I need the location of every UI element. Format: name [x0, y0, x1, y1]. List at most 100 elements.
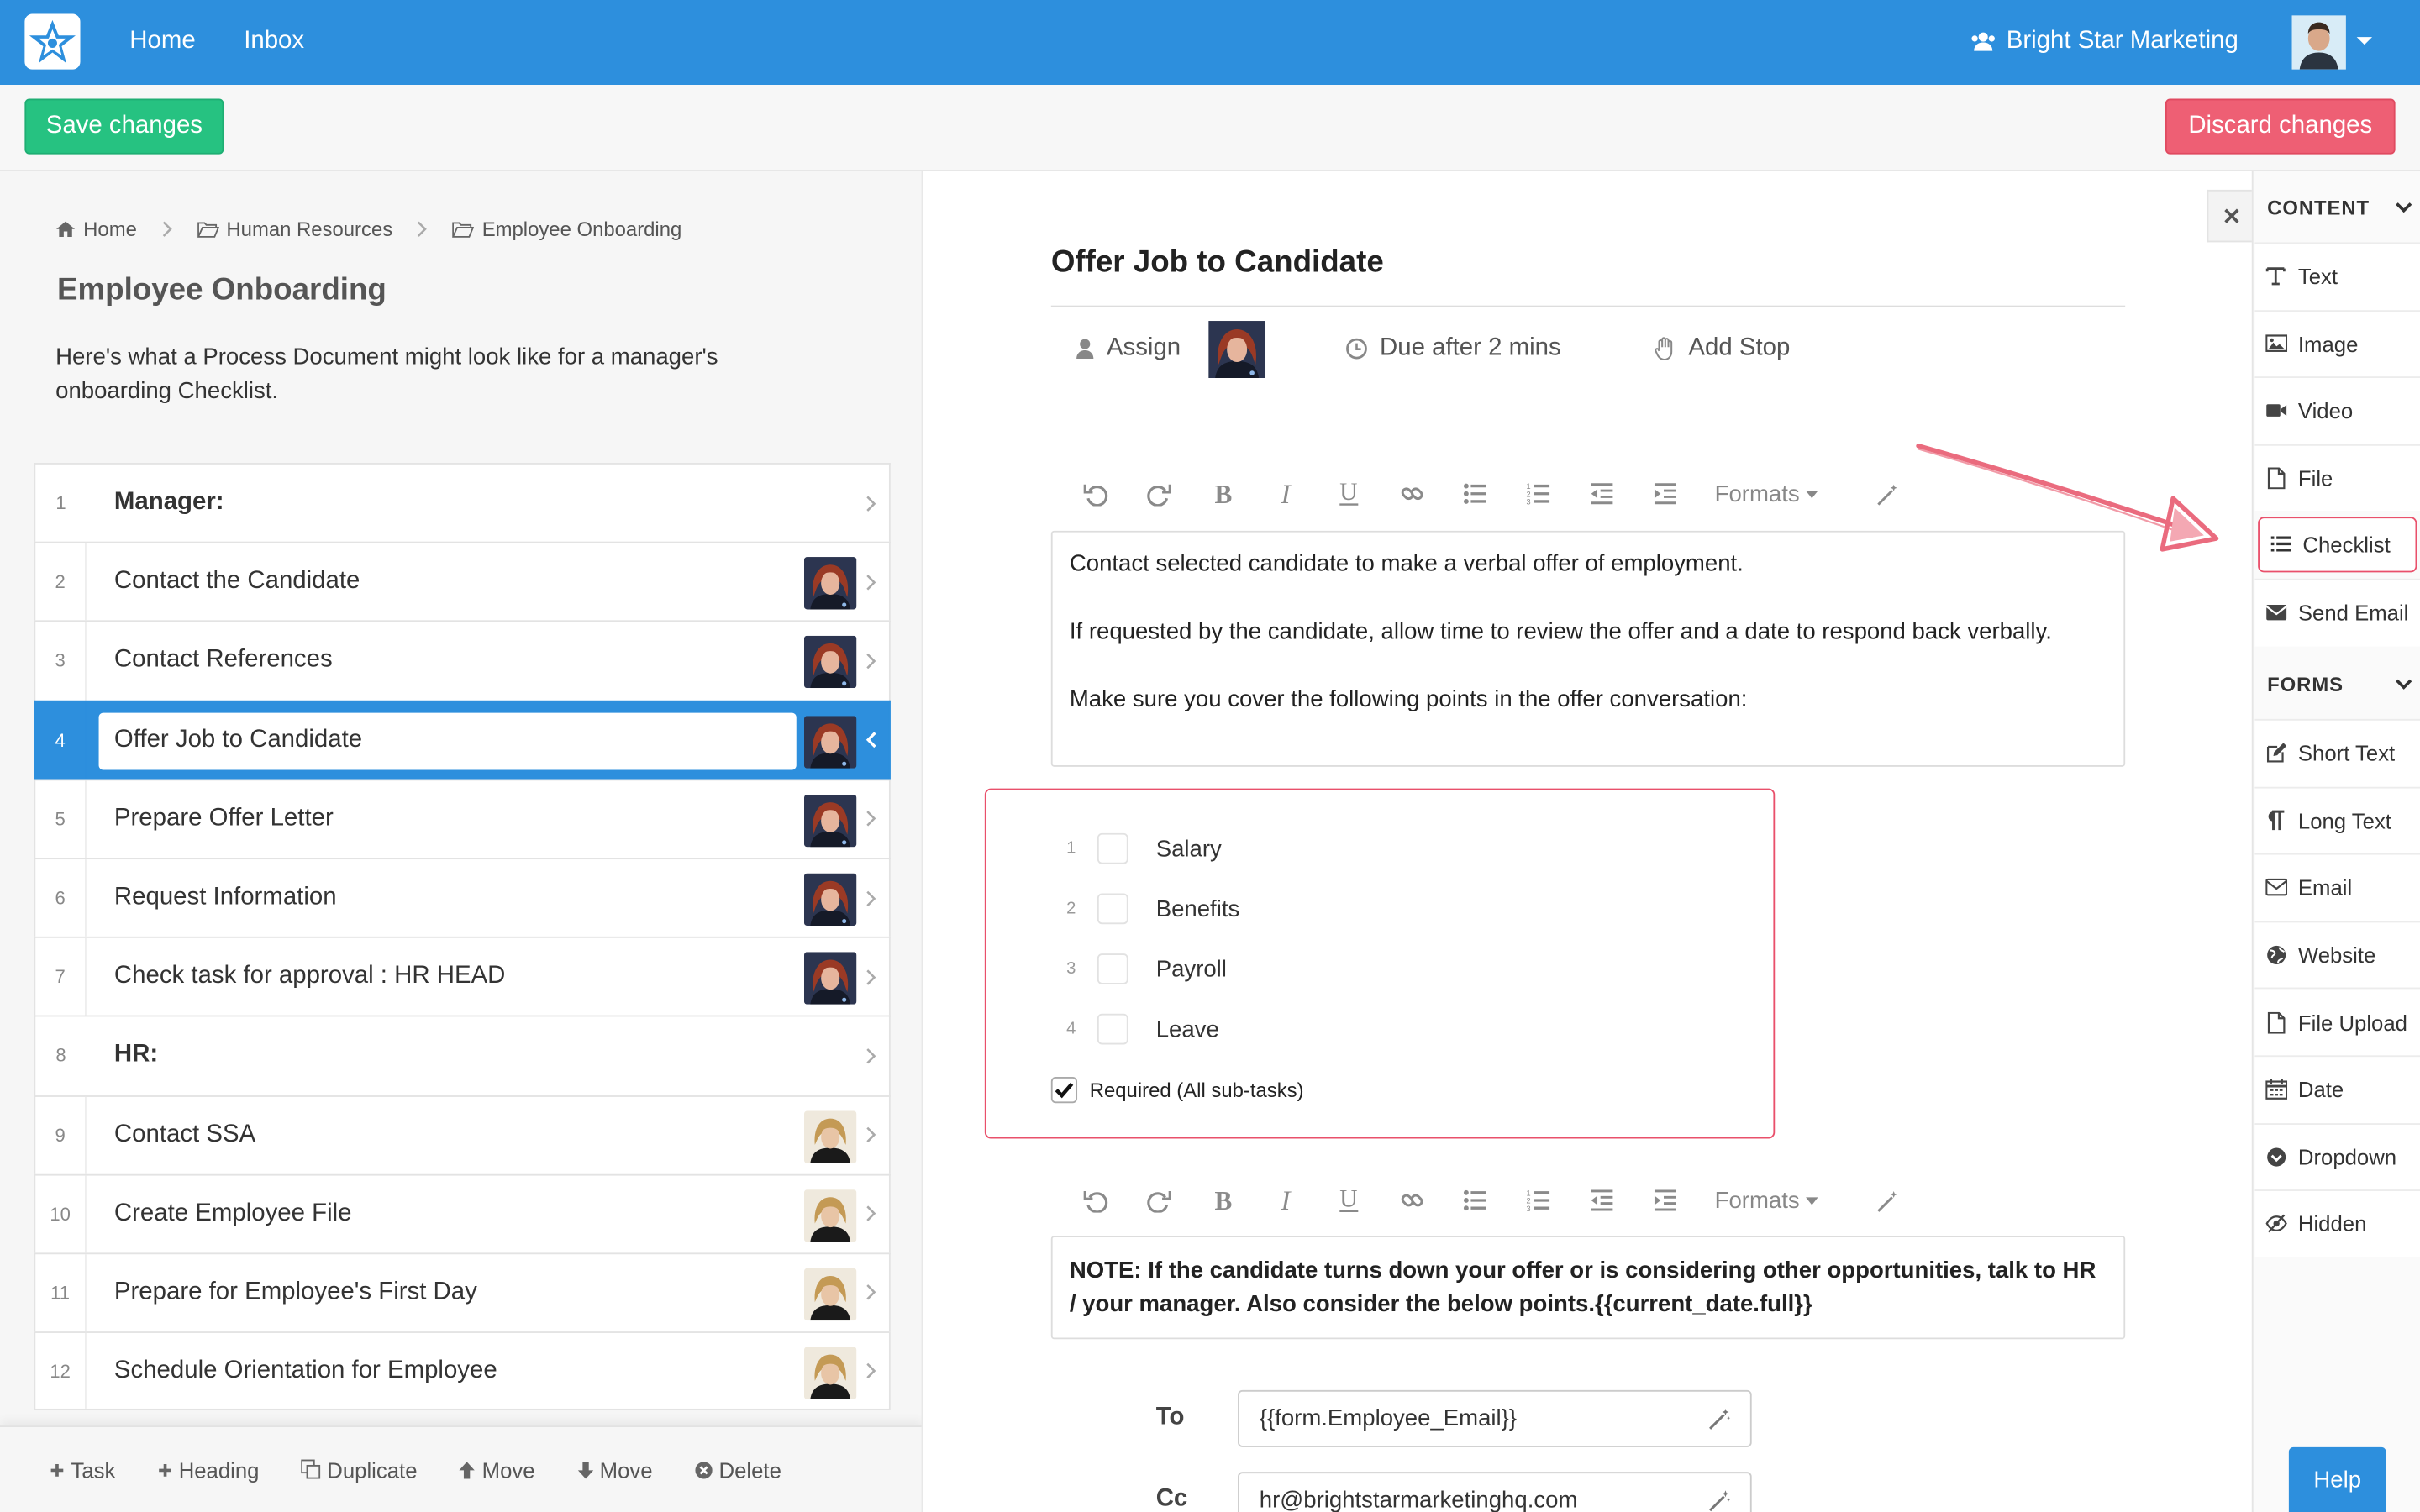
task-row[interactable]: 9 Contact SSA	[34, 1095, 891, 1174]
bullet-list-icon[interactable]	[1443, 1188, 1506, 1212]
widget-hidden[interactable]: Hidden	[2254, 1189, 2420, 1257]
link-icon[interactable]	[1380, 481, 1443, 506]
task-row[interactable]: 4 Offer Job to Candidate	[34, 700, 891, 780]
undo-icon[interactable]	[1064, 481, 1127, 507]
task-assignee-avatar[interactable]	[803, 636, 857, 689]
outdent-icon[interactable]	[1570, 481, 1633, 506]
undo-icon[interactable]	[1064, 1188, 1127, 1213]
breadcrumb-employee-onboarding[interactable]: Employee Onboarding	[452, 218, 681, 241]
checklist-item-checkbox[interactable]	[1097, 953, 1128, 984]
required-subtasks-toggle[interactable]: Required (All sub-tasks)	[1050, 1077, 1304, 1104]
indent-icon[interactable]	[1633, 1188, 1696, 1212]
widget-email[interactable]: Email	[2254, 853, 2420, 921]
checklist-item-label[interactable]: Leave	[1156, 1016, 1219, 1042]
task-assignee-avatar[interactable]	[803, 794, 857, 847]
breadcrumb-human-resources[interactable]: Human Resources	[197, 218, 392, 241]
bold-icon[interactable]: B	[1190, 481, 1253, 506]
save-changes-button[interactable]: Save changes	[24, 98, 224, 155]
bullet-list-icon[interactable]	[1443, 481, 1506, 506]
checklist-item-label[interactable]: Payroll	[1156, 956, 1227, 982]
add-task-button[interactable]: Task	[50, 1457, 115, 1482]
task-row[interactable]: 7 Check task for approval : HR HEAD	[34, 937, 891, 1016]
task-assignee-avatar[interactable]	[803, 1268, 857, 1321]
widget-video[interactable]: Video	[2254, 376, 2420, 444]
task-heading-row[interactable]: 8 HR:	[34, 1016, 891, 1095]
assign-control[interactable]: Assign	[1076, 318, 1266, 379]
widget-short-text[interactable]: Short Text	[2254, 718, 2420, 786]
widget-website[interactable]: Website	[2254, 921, 2420, 989]
task-row[interactable]: 11 Prepare for Employee's First Day	[34, 1252, 891, 1332]
numbered-list-icon[interactable]: 123	[1507, 1188, 1570, 1213]
widget-file-upload[interactable]: File Upload	[2254, 988, 2420, 1056]
widget-checklist[interactable]: Checklist	[2258, 517, 2417, 574]
add-heading-button[interactable]: Heading	[157, 1457, 259, 1482]
email-to-field[interactable]: {{form.Employee_Email}}	[1238, 1389, 1752, 1447]
task-assignee-avatar[interactable]	[803, 1189, 857, 1242]
checklist-item-checkbox[interactable]	[1097, 832, 1128, 864]
task-assignee-avatar[interactable]	[803, 715, 857, 768]
widget-date[interactable]: Date	[2254, 1055, 2420, 1123]
forms-section-header[interactable]: FORMS	[2267, 673, 2412, 696]
email-cc-field[interactable]: hr@brightstarmarketinghq.com	[1238, 1472, 1752, 1512]
magic-wand-icon[interactable]	[1857, 1189, 1920, 1212]
org-switcher[interactable]: Bright Star Marketing	[1970, 28, 2238, 55]
redo-icon[interactable]	[1127, 481, 1190, 507]
due-date-control[interactable]: Due after 2 mins	[1346, 318, 1561, 379]
nav-home-link[interactable]: Home	[129, 28, 195, 55]
italic-icon[interactable]: I	[1253, 481, 1316, 506]
task-assignee-avatar[interactable]	[803, 1347, 857, 1400]
checklist-item-label[interactable]: Salary	[1156, 836, 1222, 862]
formats-dropdown[interactable]: Formats	[1715, 1187, 1857, 1214]
duplicate-button[interactable]: Duplicate	[301, 1457, 418, 1482]
outdent-icon[interactable]	[1570, 1188, 1633, 1212]
task-heading-row[interactable]: 1 Manager:	[34, 463, 891, 543]
nav-inbox-link[interactable]: Inbox	[244, 28, 304, 55]
task-row[interactable]: 6 Request Information	[34, 858, 891, 937]
task-assignee-avatar[interactable]	[803, 873, 857, 926]
user-menu-caret-icon[interactable]	[2356, 37, 2373, 45]
underline-icon[interactable]: U	[1317, 1188, 1380, 1212]
task-assignee-avatar[interactable]	[803, 952, 857, 1005]
checklist-item-checkbox[interactable]	[1097, 1013, 1128, 1045]
move-up-button[interactable]: Move	[459, 1457, 535, 1482]
help-button[interactable]: Help	[2288, 1446, 2386, 1512]
assignee-avatar[interactable]	[1208, 320, 1266, 378]
user-avatar[interactable]	[2291, 15, 2346, 70]
widget-send-email[interactable]: Send Email	[2254, 578, 2420, 646]
move-down-button[interactable]: Move	[576, 1457, 653, 1482]
note-text-editor[interactable]: NOTE: If the candidate turns down your o…	[1050, 1236, 2126, 1340]
numbered-list-icon[interactable]: 123	[1507, 481, 1570, 506]
required-checkbox[interactable]	[1050, 1077, 1078, 1104]
widget-file[interactable]: File	[2254, 444, 2420, 512]
task-row[interactable]: 5 Prepare Offer Letter	[34, 779, 891, 858]
add-stop-control[interactable]: Add Stop	[1655, 318, 1790, 379]
close-panel-button[interactable]	[2207, 189, 2254, 243]
widget-long-text[interactable]: Long Text	[2254, 785, 2420, 854]
content-section-header[interactable]: CONTENT	[2267, 196, 2412, 219]
bold-icon[interactable]: B	[1190, 1188, 1253, 1212]
widget-dropdown[interactable]: Dropdown	[2254, 1122, 2420, 1190]
redo-icon[interactable]	[1127, 1188, 1190, 1213]
task-assignee-avatar[interactable]	[803, 1110, 857, 1163]
formats-dropdown[interactable]: Formats	[1715, 480, 1857, 507]
checklist-item-label[interactable]: Benefits	[1156, 895, 1240, 921]
checklist-item-checkbox[interactable]	[1097, 893, 1128, 925]
magic-wand-icon[interactable]	[1708, 1407, 1732, 1431]
widget-text[interactable]: Text	[2254, 242, 2420, 310]
task-row[interactable]: 10 Create Employee File	[34, 1173, 891, 1253]
delete-button[interactable]: Delete	[694, 1457, 781, 1482]
brand-logo[interactable]	[24, 13, 81, 70]
task-row[interactable]: 2 Contact the Candidate	[34, 542, 891, 622]
task-row[interactable]: 12 Schedule Orientation for Employee	[34, 1331, 891, 1411]
task-row[interactable]: 3 Contact References	[34, 621, 891, 701]
discard-changes-button[interactable]: Discard changes	[2165, 98, 2396, 155]
widget-image[interactable]: Image	[2254, 309, 2420, 377]
task-assignee-avatar[interactable]	[803, 557, 857, 610]
indent-icon[interactable]	[1633, 481, 1696, 506]
breadcrumb-home[interactable]: Home	[55, 218, 137, 241]
text-block-editor[interactable]: Contact selected candidate to make a ver…	[1050, 530, 2126, 767]
italic-icon[interactable]: I	[1253, 1188, 1316, 1212]
link-icon[interactable]	[1380, 1188, 1443, 1212]
underline-icon[interactable]: U	[1317, 481, 1380, 506]
magic-wand-icon[interactable]	[1708, 1488, 1732, 1512]
